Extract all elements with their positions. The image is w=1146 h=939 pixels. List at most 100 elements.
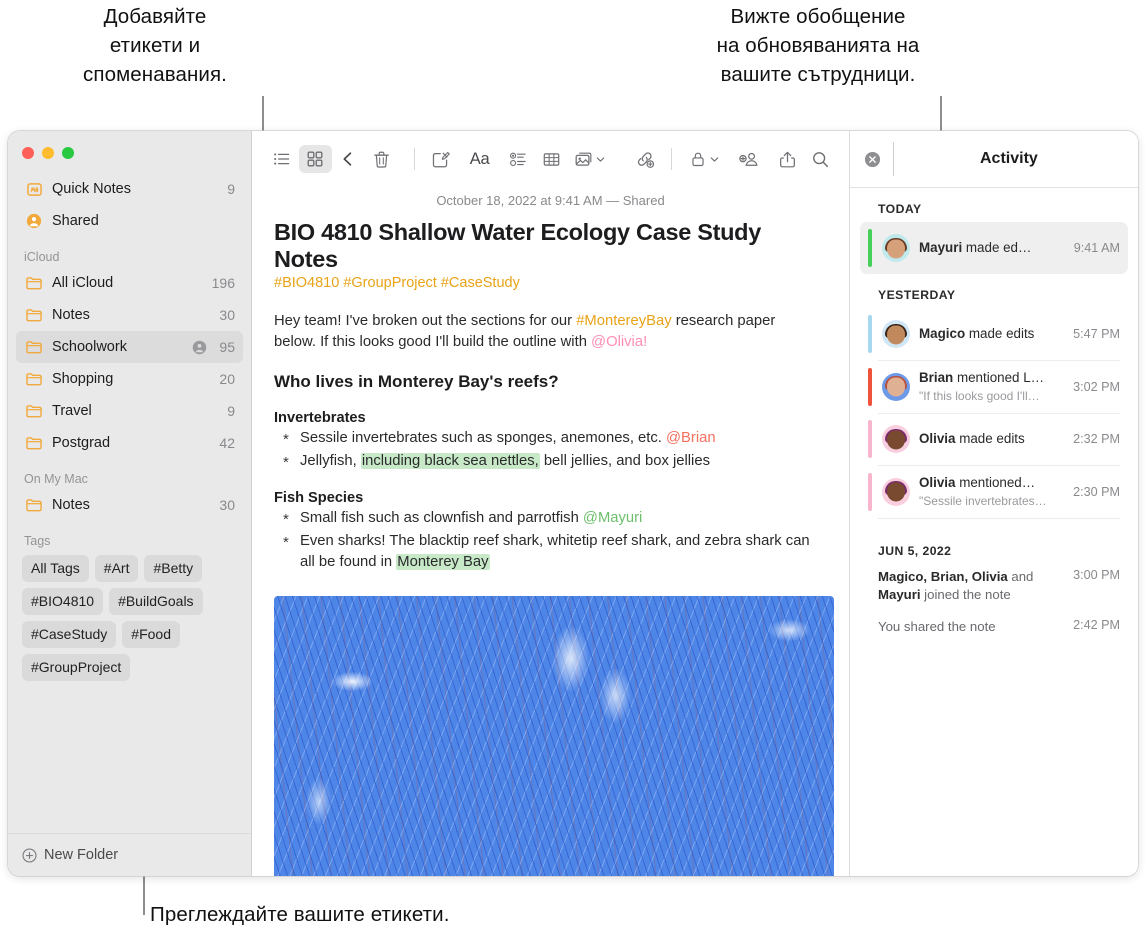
minimize-window-button[interactable] [42, 147, 54, 159]
sidebar-item-shopping[interactable]: Shopping 20 [16, 363, 243, 395]
activity-quote: "Sessile invertebrates… [919, 494, 1047, 508]
activity-list[interactable]: TODAY Mayuri made ed… 9:41 AM YESTERDAY [850, 188, 1138, 876]
mention-mayuri[interactable]: @Mayuri [583, 510, 642, 526]
sidebar-item-label: Travel [52, 403, 221, 419]
checklist-icon[interactable] [502, 145, 535, 173]
close-window-button[interactable] [22, 147, 34, 159]
activity-color-bar [868, 473, 872, 511]
activity-line: You shared the note [878, 618, 1065, 636]
list-item: Jellyfish, including black sea nettles, … [274, 451, 827, 473]
close-icon[interactable] [864, 151, 881, 168]
sidebar-item-quick-notes[interactable]: Quick Notes 9 [16, 173, 243, 205]
format-aa-label: Aa [470, 150, 490, 169]
tag-food[interactable]: #Food [122, 621, 180, 648]
note-content[interactable]: October 18, 2022 at 9:41 AM — Shared BIO… [252, 187, 849, 876]
folder-icon [24, 276, 44, 290]
tag-groupproject[interactable]: #GroupProject [22, 654, 130, 681]
callout-view-tags: Преглеждайте вашите етикети. [150, 900, 590, 929]
media-icon[interactable] [568, 145, 613, 173]
activity-actor: Magico [919, 326, 965, 341]
activity-time: 3:02 PM [1073, 380, 1120, 394]
tag-betty[interactable]: #Betty [144, 555, 202, 582]
tag-list: All Tags #Art #Betty #BIO4810 #BuildGoal… [8, 551, 251, 681]
back-chevron-icon[interactable] [332, 145, 365, 173]
photo-foam [274, 596, 834, 877]
sidebar-item-notes-local[interactable]: Notes 30 [16, 489, 243, 521]
delete-trash-icon[interactable] [365, 145, 398, 173]
sidebar-scroll-area[interactable]: Quick Notes 9 Shared iCloud All iCloud 1… [8, 159, 251, 833]
avatar [882, 373, 910, 401]
table-icon[interactable] [535, 145, 568, 173]
bullet-text-tail: bell jellies, and box jellies [540, 453, 710, 469]
sidebar-item-count: 95 [219, 339, 235, 355]
hashtag-montereybay[interactable]: #MontereyBay [576, 313, 671, 329]
list-item: Even sharks! The blacktip reef shark, wh… [274, 531, 827, 574]
folder-icon [24, 404, 44, 418]
activity-title: Activity [894, 150, 1138, 168]
sidebar-item-schoolwork[interactable]: Schoolwork 95 [16, 331, 243, 363]
activity-action: made edits [965, 326, 1034, 341]
mention-olivia[interactable]: @Olivia! [591, 334, 647, 350]
sidebar-item-shared[interactable]: Shared [16, 205, 243, 237]
notes-app-window: Quick Notes 9 Shared iCloud All iCloud 1… [8, 131, 1138, 876]
format-aa-icon[interactable]: Aa [457, 145, 502, 173]
highlighted-text: including black sea nettles, [361, 453, 540, 469]
section-heading-invertebrates: Invertebrates [274, 410, 827, 426]
tag-buildgoals[interactable]: #BuildGoals [109, 588, 203, 615]
bullet-text: Jellyfish, [300, 453, 361, 469]
tag-bio4810[interactable]: #BIO4810 [22, 588, 103, 615]
folder-icon [24, 308, 44, 322]
sidebar-item-label: Quick Notes [52, 181, 221, 197]
sidebar-item-notes-icloud[interactable]: Notes 30 [16, 299, 243, 331]
activity-conjunction: and [1008, 569, 1034, 584]
activity-item-olivia-edits[interactable]: Olivia made edits 2:32 PM [860, 413, 1128, 465]
activity-item-brian-mention[interactable]: Brian mentioned L… "If this looks good I… [860, 361, 1128, 413]
activity-panel: Activity TODAY Mayuri made ed… 9:41 AM Y… [849, 131, 1138, 876]
lock-icon[interactable] [682, 145, 727, 173]
activity-text: Olivia mentioned… "Sessile invertebrates… [919, 474, 1065, 510]
activity-item-magico-edits[interactable]: Magico made edits 5:47 PM [860, 308, 1128, 360]
zoom-window-button[interactable] [62, 147, 74, 159]
sidebar-item-count: 9 [227, 181, 235, 197]
share-icon[interactable] [771, 145, 804, 173]
note-tags-line: #BIO4810 #GroupProject #CaseStudy [274, 275, 827, 291]
gallery-view-icon[interactable] [299, 145, 332, 173]
tag-all-tags[interactable]: All Tags [22, 555, 89, 582]
mention-brian[interactable]: @Brian [666, 430, 716, 446]
activity-text: Mayuri made ed… [919, 239, 1066, 257]
activity-line: Olivia made edits [919, 431, 1025, 446]
activity-item-olivia-mention[interactable]: Olivia mentioned… "Sessile invertebrates… [860, 466, 1128, 518]
link-add-icon[interactable] [628, 145, 661, 173]
sidebar-item-label: Shared [52, 213, 229, 229]
activity-time: 2:30 PM [1073, 485, 1120, 499]
new-folder-button[interactable]: New Folder [8, 833, 251, 876]
toolbar: Aa [252, 131, 849, 187]
activity-actor: Mayuri [919, 240, 962, 255]
activity-actor: Olivia [919, 431, 955, 446]
sidebar-item-label: Notes [52, 307, 213, 323]
sidebar-item-travel[interactable]: Travel 9 [16, 395, 243, 427]
list-view-icon[interactable] [266, 145, 299, 173]
bullet-text: Sessile invertebrates such as sponges, a… [300, 430, 666, 446]
sidebar-item-count: 30 [219, 307, 235, 323]
jellyfish-photo[interactable] [274, 596, 834, 877]
sidebar-section-header-on-my-mac: On My Mac [8, 459, 251, 489]
add-people-icon[interactable] [732, 145, 765, 173]
search-icon[interactable] [804, 145, 837, 173]
sidebar-item-postgrad[interactable]: Postgrad 42 [16, 427, 243, 459]
sidebar-section-header-icloud: iCloud [8, 237, 251, 267]
sidebar-item-label: All iCloud [52, 275, 206, 291]
chevron-down-icon [710, 155, 719, 164]
compose-note-icon[interactable] [424, 145, 457, 173]
sidebar-item-label: Notes [52, 497, 213, 513]
tag-casestudy[interactable]: #CaseStudy [22, 621, 116, 648]
activity-actor: Brian [919, 370, 953, 385]
sidebar-item-count: 20 [219, 371, 235, 387]
new-folder-label: New Folder [44, 847, 118, 863]
activity-item-mayuri-edits[interactable]: Mayuri made ed… 9:41 AM [860, 222, 1128, 274]
folder-icon [24, 498, 44, 512]
tag-art[interactable]: #Art [95, 555, 139, 582]
sidebar-item-all-icloud[interactable]: All iCloud 196 [16, 267, 243, 299]
folder-icon [24, 372, 44, 386]
activity-action: mentioned… [955, 475, 1035, 490]
